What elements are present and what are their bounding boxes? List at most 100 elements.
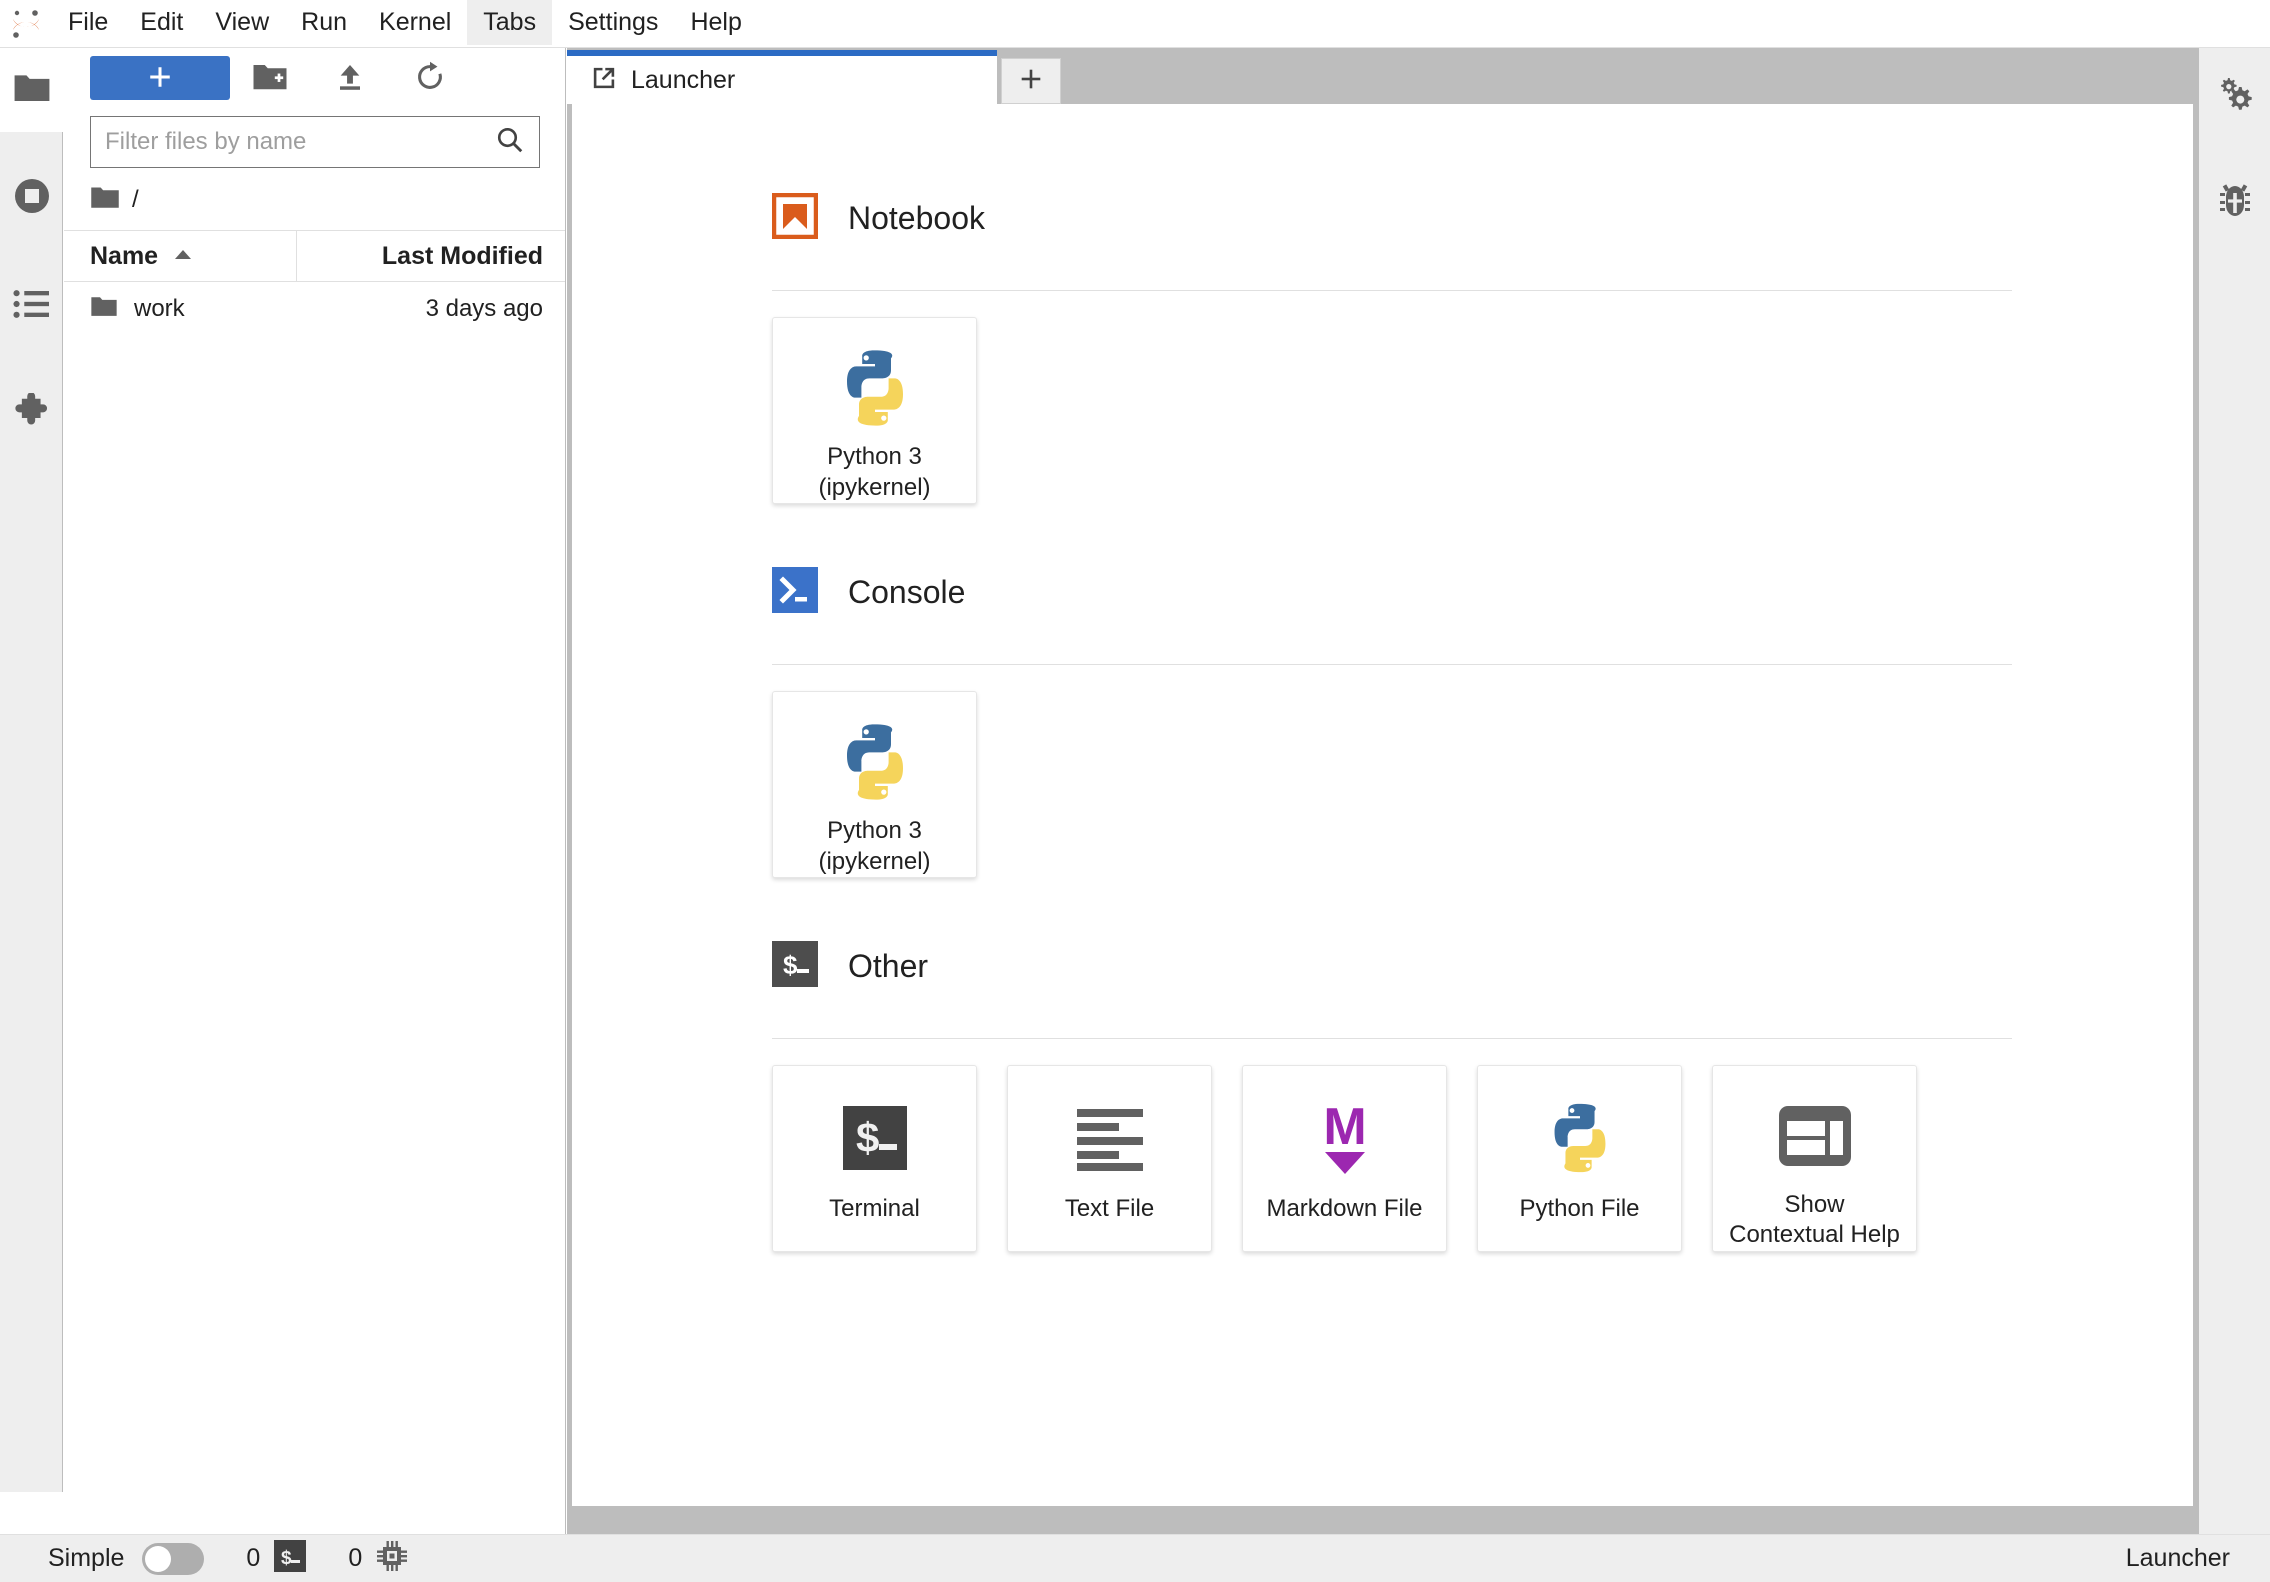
column-header-last-modified[interactable]: Last Modified bbox=[297, 231, 565, 281]
inspector-icon bbox=[1777, 1092, 1853, 1180]
search-icon bbox=[495, 125, 525, 160]
simple-mode-toggle[interactable] bbox=[142, 1542, 205, 1575]
console-prompt-icon bbox=[772, 566, 818, 618]
toggle-knob bbox=[145, 1545, 172, 1572]
launcher-section-notebook: Notebook Python 3 (ipykernel) bbox=[771, 190, 2012, 504]
launcher-card-notebook-python3-label: Python 3 (ipykernel) bbox=[818, 443, 931, 501]
bug-icon bbox=[2216, 181, 2254, 224]
table-row[interactable]: work 3 days ago bbox=[64, 284, 565, 334]
column-header-name-label: Name bbox=[90, 241, 159, 270]
svg-text:$: $ bbox=[783, 950, 798, 980]
new-launcher-button[interactable] bbox=[90, 56, 230, 100]
launcher-card-terminal[interactable]: $ Terminal bbox=[772, 1065, 977, 1252]
list-icon bbox=[13, 287, 51, 326]
file-list-header: Name Last Modified bbox=[64, 230, 565, 282]
menu-run[interactable]: Run bbox=[285, 0, 363, 45]
launcher-card-python-file-label: Python File bbox=[1519, 1195, 1640, 1222]
status-bar-current-view: Launcher bbox=[2125, 1544, 2230, 1572]
launcher-card-markdown-file[interactable]: M Markdown File bbox=[1242, 1065, 1447, 1252]
launcher-section-other-title: Other bbox=[848, 947, 929, 984]
kernel-chip-icon bbox=[376, 1540, 408, 1577]
breadcrumb-root[interactable]: / bbox=[132, 186, 139, 214]
markdown-icon: M bbox=[1307, 1092, 1383, 1184]
kernel-count-status[interactable]: 0 bbox=[348, 1540, 408, 1577]
tab-launcher[interactable]: Launcher bbox=[567, 50, 997, 104]
folder-icon bbox=[90, 185, 120, 215]
launcher-card-contextual-help[interactable]: Show Contextual Help bbox=[1712, 1065, 1917, 1252]
launcher-card-terminal-label: Terminal bbox=[829, 1195, 920, 1222]
launcher-icon bbox=[591, 65, 617, 96]
launcher-card-console-python3-label: Python 3 (ipykernel) bbox=[818, 817, 931, 875]
launcher-card-notebook-python3[interactable]: Python 3 (ipykernel) bbox=[772, 317, 977, 504]
refresh-button[interactable] bbox=[390, 54, 470, 102]
puzzle-piece-icon bbox=[13, 391, 51, 436]
notebook-bookmark-icon bbox=[771, 192, 819, 244]
menu-tabs[interactable]: Tabs bbox=[467, 0, 553, 45]
launcher-panel: Notebook Python 3 (ipykernel) Console Py… bbox=[572, 104, 2193, 1506]
launcher-section-console: Console Python 3 (ipykernel) bbox=[772, 564, 2012, 878]
file-row-last-modified: 3 days ago bbox=[425, 295, 543, 322]
sidebar-item-property-inspector[interactable] bbox=[2199, 48, 2270, 140]
search-input[interactable] bbox=[105, 128, 495, 156]
terminal-icon: $ bbox=[274, 1540, 307, 1577]
main-dock-area: Launcher Notebook Python 3 (ipykernel) C… bbox=[567, 48, 2198, 1534]
launcher-card-console-python3[interactable]: Python 3 (ipykernel) bbox=[772, 691, 977, 878]
menu-kernel[interactable]: Kernel bbox=[363, 0, 467, 45]
file-filter-box[interactable] bbox=[90, 116, 540, 168]
menu-file[interactable]: File bbox=[52, 0, 124, 45]
section-divider bbox=[772, 1038, 2012, 1039]
launcher-card-text-file[interactable]: Text File bbox=[1007, 1065, 1212, 1252]
file-browser-toolbar bbox=[64, 48, 565, 108]
launcher-section-notebook-header: Notebook bbox=[771, 190, 2012, 246]
launcher-section-other-header: $ Other bbox=[772, 938, 2012, 994]
svg-text:M: M bbox=[1323, 1098, 1366, 1156]
status-bar: Simple 0 $ 0 Launcher bbox=[0, 1534, 2270, 1582]
column-header-name[interactable]: Name bbox=[64, 231, 297, 281]
sidebar-item-debugger[interactable] bbox=[2199, 156, 2270, 248]
sidebar-item-extensions[interactable] bbox=[0, 372, 64, 456]
terminal-icon: $ bbox=[837, 1092, 913, 1184]
launcher-cards-other: $ Terminal Text File M Markdown File Pyt… bbox=[772, 1065, 2012, 1252]
terminal-count: 0 bbox=[246, 1544, 261, 1572]
right-activity-bar bbox=[2198, 48, 2270, 1534]
sidebar-item-running[interactable] bbox=[0, 156, 64, 240]
simple-mode-label: Simple bbox=[48, 1544, 125, 1572]
file-browser-panel: / Name Last Modified work bbox=[64, 48, 566, 1534]
launcher-section-console-header: Console bbox=[772, 564, 2012, 620]
text-file-icon bbox=[1072, 1092, 1148, 1184]
menu-edit[interactable]: Edit bbox=[124, 0, 199, 45]
status-bar-left: Simple 0 $ 0 bbox=[0, 1540, 408, 1577]
breadcrumb[interactable]: / bbox=[90, 176, 139, 224]
terminal-count-status[interactable]: 0 $ bbox=[246, 1540, 307, 1577]
upload-icon bbox=[334, 61, 366, 96]
new-tab-button[interactable] bbox=[1001, 58, 1061, 104]
launcher-card-text-file-label: Text File bbox=[1064, 1195, 1155, 1222]
upload-button[interactable] bbox=[310, 54, 390, 102]
svg-text:$: $ bbox=[856, 1114, 879, 1161]
new-folder-icon bbox=[252, 62, 288, 95]
kernel-count: 0 bbox=[348, 1544, 363, 1572]
sidebar-item-file-browser[interactable] bbox=[0, 48, 64, 132]
jupyterlab-window: File Edit View Run Kernel Tabs Settings … bbox=[0, 0, 2270, 1582]
launcher-section-notebook-title: Notebook bbox=[848, 199, 985, 236]
launcher-card-contextual-help-label: Show Contextual Help bbox=[1729, 1190, 1900, 1249]
launcher-card-python-file[interactable]: Python File bbox=[1477, 1065, 1682, 1252]
gears-icon bbox=[2215, 72, 2255, 117]
python-logo-icon bbox=[831, 344, 919, 432]
folder-icon bbox=[13, 72, 51, 109]
sidebar-item-commands[interactable] bbox=[0, 264, 64, 348]
refresh-icon bbox=[414, 61, 446, 96]
python-logo-icon bbox=[1540, 1092, 1620, 1184]
jupyter-logo-icon bbox=[0, 0, 52, 48]
section-divider bbox=[772, 290, 2012, 291]
menu-settings[interactable]: Settings bbox=[552, 0, 674, 45]
menu-bar: File Edit View Run Kernel Tabs Settings … bbox=[0, 0, 2270, 48]
section-divider bbox=[772, 664, 2012, 665]
launcher-cards-console: Python 3 (ipykernel) bbox=[772, 691, 2012, 878]
launcher-section-console-title: Console bbox=[848, 573, 966, 610]
terminal-prompt-icon: $ bbox=[772, 940, 818, 992]
menu-help[interactable]: Help bbox=[674, 0, 757, 45]
menu-view[interactable]: View bbox=[199, 0, 285, 45]
stop-circle-icon bbox=[12, 176, 52, 221]
new-folder-button[interactable] bbox=[230, 54, 310, 102]
